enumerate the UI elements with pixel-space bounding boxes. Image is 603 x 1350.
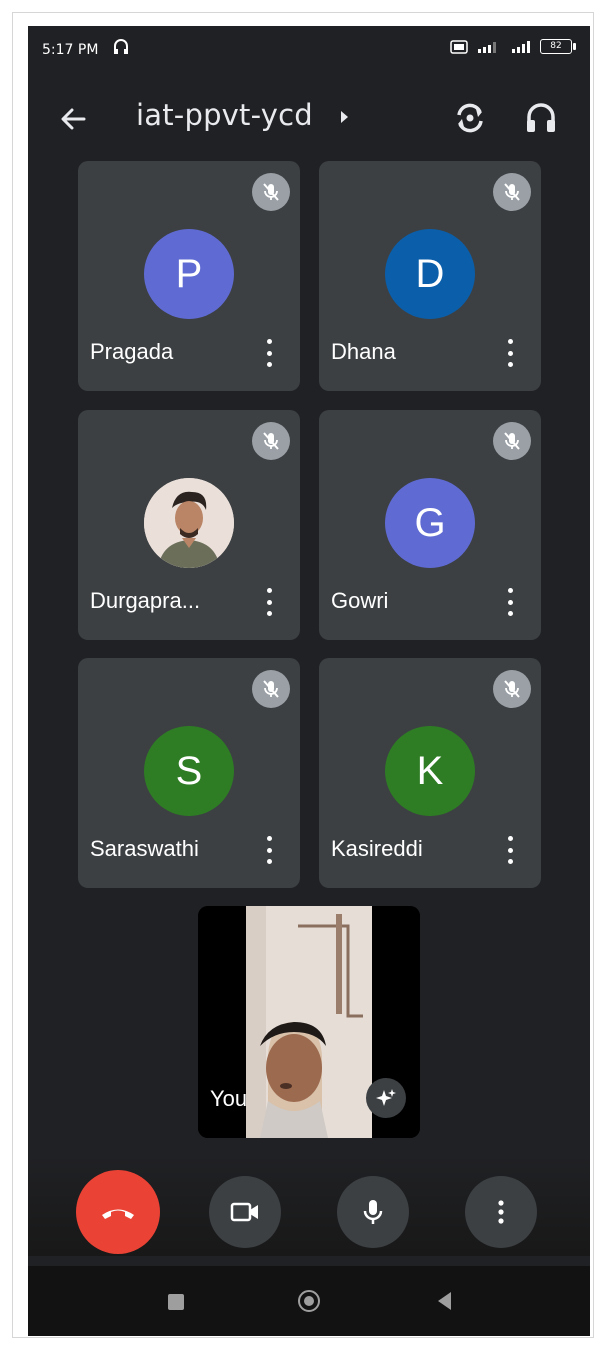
more-options-icon[interactable] xyxy=(264,588,274,616)
participant-tile[interactable]: Durgapra... xyxy=(78,410,300,640)
avatar-initial: S xyxy=(175,748,203,793)
avatar: G xyxy=(385,478,475,568)
signal-icon xyxy=(512,40,530,53)
participant-name: Kasireddi xyxy=(331,836,423,861)
mic-off-icon xyxy=(493,670,531,708)
more-options-icon[interactable] xyxy=(264,836,274,864)
meeting-code[interactable]: iat-ppvt-ycd xyxy=(136,98,313,132)
self-view-tile[interactable]: You xyxy=(198,906,420,1138)
participant-name: Dhana xyxy=(331,339,396,364)
meeting-header: iat-ppvt-ycd xyxy=(28,90,590,150)
avatar: P xyxy=(144,229,234,319)
switch-camera-icon[interactable] xyxy=(452,100,488,136)
mic-off-icon xyxy=(252,670,290,708)
meeting-details-caret-icon[interactable] xyxy=(341,111,348,123)
mic-off-icon xyxy=(252,422,290,460)
status-bar: 5:17 PM 82 xyxy=(28,26,590,76)
sparkle-effects-icon[interactable] xyxy=(366,1078,406,1118)
avatar-initial: K xyxy=(416,748,444,793)
home-icon[interactable] xyxy=(298,1290,320,1312)
battery-level: 82 xyxy=(550,41,562,51)
battery-icon: 82 xyxy=(540,39,576,54)
status-time: 5:17 PM xyxy=(42,42,99,58)
participant-name: Saraswathi xyxy=(90,836,199,861)
avatar-initial: D xyxy=(415,251,445,296)
participant-tile[interactable]: K Kasireddi xyxy=(319,658,541,888)
mic-off-icon xyxy=(493,422,531,460)
avatar: K xyxy=(385,726,475,816)
back-arrow-icon[interactable] xyxy=(56,102,90,136)
recents-icon[interactable] xyxy=(168,1294,184,1310)
participant-name: Gowri xyxy=(331,588,389,613)
more-options-icon[interactable] xyxy=(505,339,515,367)
avatar-initial: P xyxy=(175,251,203,296)
system-navigation-bar xyxy=(28,1266,590,1336)
camera-icon xyxy=(230,1202,258,1222)
system-back-icon[interactable] xyxy=(438,1292,451,1310)
end-call-button[interactable] xyxy=(76,1170,160,1254)
more-options-icon[interactable] xyxy=(505,836,515,864)
participant-tile[interactable]: G Gowri xyxy=(319,410,541,640)
participant-name: Durgapra... xyxy=(90,588,201,613)
end-call-icon xyxy=(102,1209,134,1219)
participant-name: Pragada xyxy=(90,339,174,364)
more-options-icon[interactable] xyxy=(264,339,274,367)
more-options-button[interactable] xyxy=(465,1176,537,1248)
signal-4g-icon xyxy=(478,41,496,53)
mic-off-icon xyxy=(252,173,290,211)
microphone-icon xyxy=(363,1200,383,1224)
participant-tile[interactable]: D Dhana xyxy=(319,161,541,391)
sim-icon xyxy=(450,39,468,54)
self-view-label: You xyxy=(210,1086,248,1111)
headset-status-icon xyxy=(114,39,128,54)
microphone-toggle-button[interactable] xyxy=(337,1176,409,1248)
phone-screen: 5:17 PM 82 iat-ppvt-ycd P Pragada D Dhan… xyxy=(28,26,590,1336)
avatar-initial: G xyxy=(414,500,446,545)
avatar: D xyxy=(385,229,475,319)
more-options-icon xyxy=(498,1200,504,1224)
avatar-photo xyxy=(144,478,234,568)
avatar: S xyxy=(144,726,234,816)
participant-tile[interactable]: S Saraswathi xyxy=(78,658,300,888)
call-controls xyxy=(28,1156,590,1256)
status-icons: 82 xyxy=(450,39,576,54)
more-options-icon[interactable] xyxy=(505,588,515,616)
camera-toggle-button[interactable] xyxy=(209,1176,281,1248)
mic-off-icon xyxy=(493,173,531,211)
participant-tile[interactable]: P Pragada xyxy=(78,161,300,391)
headphones-icon[interactable] xyxy=(524,100,558,136)
